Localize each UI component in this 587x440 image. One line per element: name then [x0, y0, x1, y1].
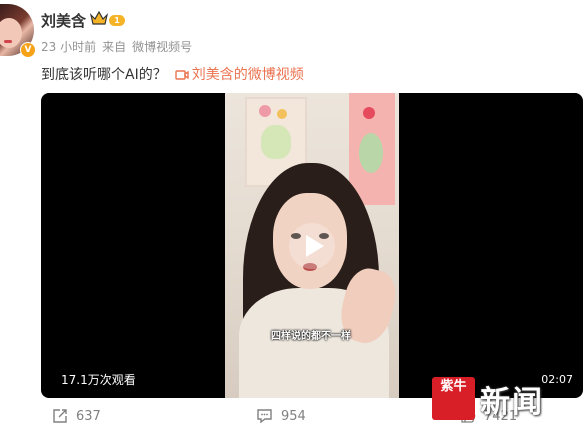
watermark-text: 新闻: [480, 385, 544, 420]
comment-count: 954: [281, 408, 306, 424]
avatar-lips: [4, 40, 12, 43]
comment-icon: [257, 409, 272, 424]
poster-petal: [277, 109, 287, 119]
post-source[interactable]: 微博视频号: [132, 40, 192, 54]
wall-poster-flower: [349, 93, 395, 205]
post-meta: 23 小时前 来自 微博视频号: [41, 38, 198, 55]
crown-icon: [90, 11, 108, 25]
poster-petal: [259, 105, 271, 117]
video-link[interactable]: 刘美含的微博视频: [175, 67, 304, 83]
share-count: 637: [76, 408, 101, 424]
verified-badge-icon: V: [20, 42, 36, 58]
username[interactable]: 刘美含: [41, 10, 86, 31]
view-count: 17.1万次观看: [61, 373, 136, 387]
play-icon: [306, 235, 324, 257]
poster-vase: [261, 125, 291, 159]
source-prefix: 来自: [102, 40, 127, 54]
watermark: 紫牛 新闻: [432, 377, 587, 420]
play-button[interactable]: [289, 223, 335, 269]
avatar-face: [0, 18, 22, 48]
poster-flower: [363, 107, 375, 119]
video-subtitle: 四样说的都不一样: [271, 331, 351, 342]
watermark-logo: 紫牛: [432, 377, 475, 420]
comment-button[interactable]: 954: [256, 408, 306, 424]
video-player[interactable]: 四样说的都不一样 17.1万次观看 02:07: [41, 93, 583, 398]
share-button[interactable]: 637: [52, 408, 101, 424]
video-link-icon: [175, 70, 189, 80]
post-time[interactable]: 23 小时前: [41, 40, 96, 54]
poster-leaf: [359, 133, 383, 173]
share-icon: [53, 409, 67, 423]
level-badge: 1: [109, 15, 125, 26]
video-link-label: 刘美含的微博视频: [191, 67, 304, 83]
post-body: 到底该听哪个AI的？: [41, 67, 167, 83]
post-text: 到底该听哪个AI的？ 刘美含的微博视频: [41, 64, 304, 84]
